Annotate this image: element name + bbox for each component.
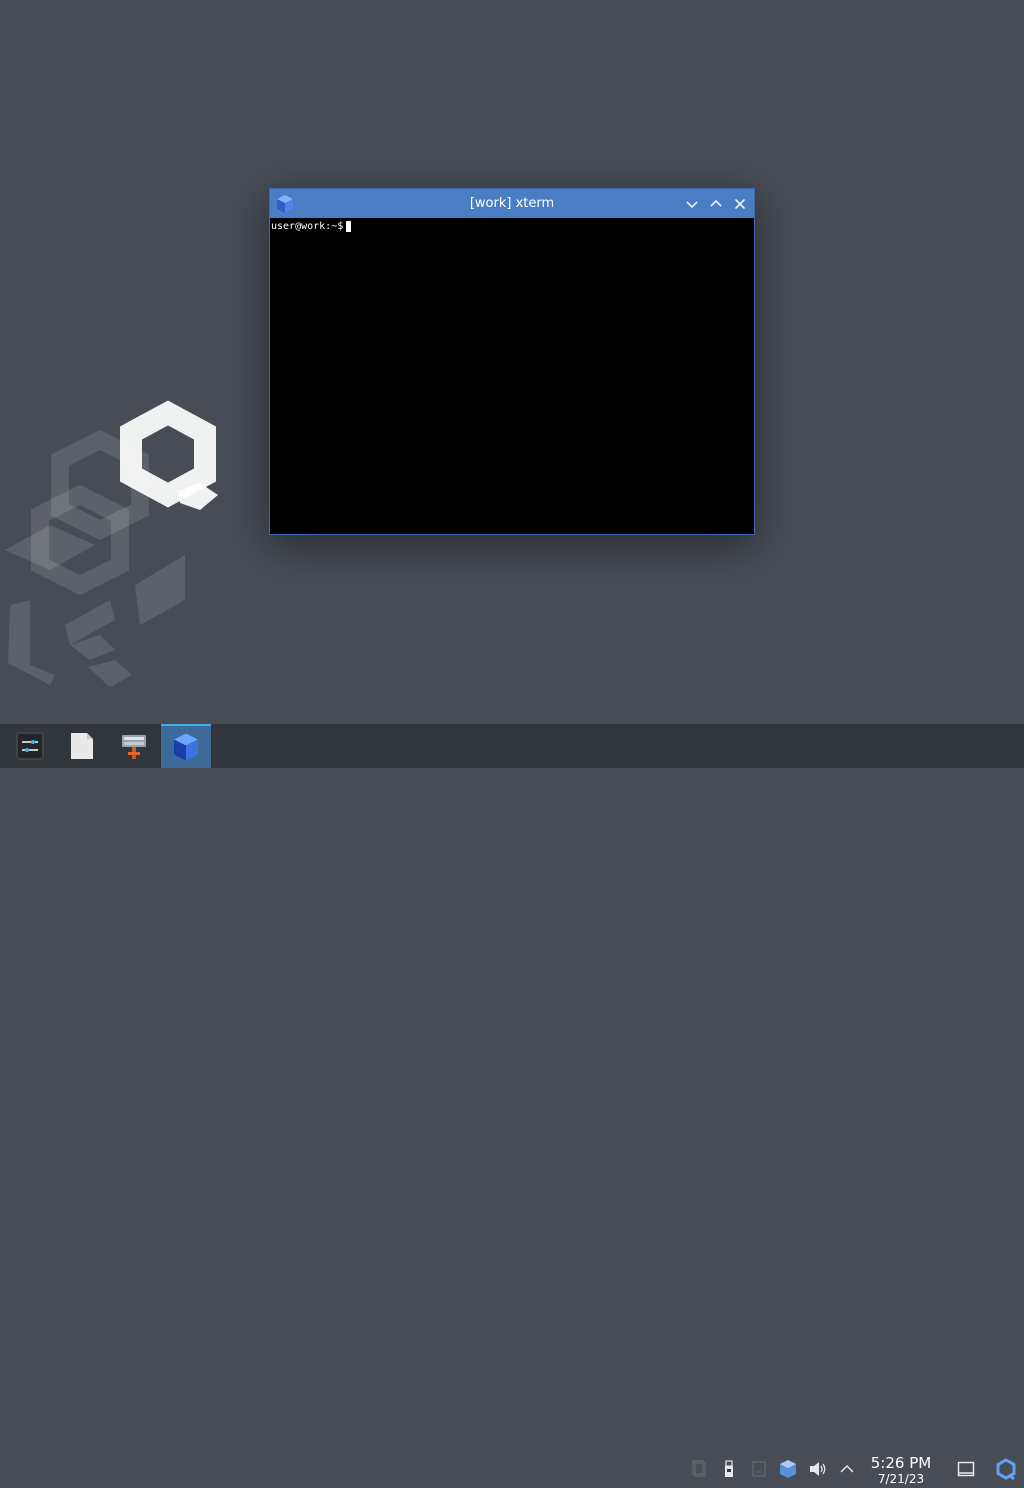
qube-domains-icon[interactable] xyxy=(777,1458,799,1480)
expand-arrow-icon[interactable] xyxy=(836,1458,858,1480)
text-cursor xyxy=(346,221,352,232)
xterm-window[interactable]: [work] xterm user@work:~$ xyxy=(269,188,755,535)
clock[interactable]: 5:26 PM 7/21/23 xyxy=(862,1454,940,1488)
file-manager-button[interactable] xyxy=(57,724,107,768)
clipboard-icon[interactable] xyxy=(689,1458,711,1480)
blue-cube-icon xyxy=(174,733,198,761)
chevron-up-icon xyxy=(710,199,722,207)
taskbar: 5:26 PM 7/21/23 xyxy=(0,724,1024,1486)
clock-date: 7/21/23 xyxy=(877,1472,925,1486)
shell-prompt: user@work:~$ xyxy=(271,221,344,232)
maximize-button[interactable] xyxy=(706,194,726,214)
application-menu-button[interactable] xyxy=(5,724,55,768)
chevron-down-icon xyxy=(686,201,698,209)
prompt-line: user@work:~$ xyxy=(271,221,753,232)
usb-device-icon[interactable] xyxy=(718,1458,740,1480)
qubes-wallpaper-logo xyxy=(5,400,218,687)
terminal-body[interactable]: user@work:~$ xyxy=(270,218,754,534)
clock-time: 5:26 PM xyxy=(870,1454,932,1472)
close-icon xyxy=(734,198,746,210)
volume-icon[interactable] xyxy=(807,1458,829,1480)
disk-icon[interactable] xyxy=(748,1458,770,1480)
close-button[interactable] xyxy=(730,194,750,214)
minimize-button[interactable] xyxy=(682,194,702,214)
xterm-task-button[interactable] xyxy=(161,724,211,768)
qubes-logo-icon[interactable] xyxy=(995,1458,1017,1480)
qube-manager-button[interactable] xyxy=(109,724,159,768)
desktop[interactable]: [work] xterm user@work:~$ xyxy=(0,0,1024,724)
show-desktop-icon[interactable] xyxy=(955,1458,977,1480)
window-titlebar[interactable]: [work] xterm xyxy=(270,189,754,218)
qube-manager-icon xyxy=(122,735,146,759)
sliders-icon xyxy=(16,732,44,760)
document-icon xyxy=(71,733,93,759)
